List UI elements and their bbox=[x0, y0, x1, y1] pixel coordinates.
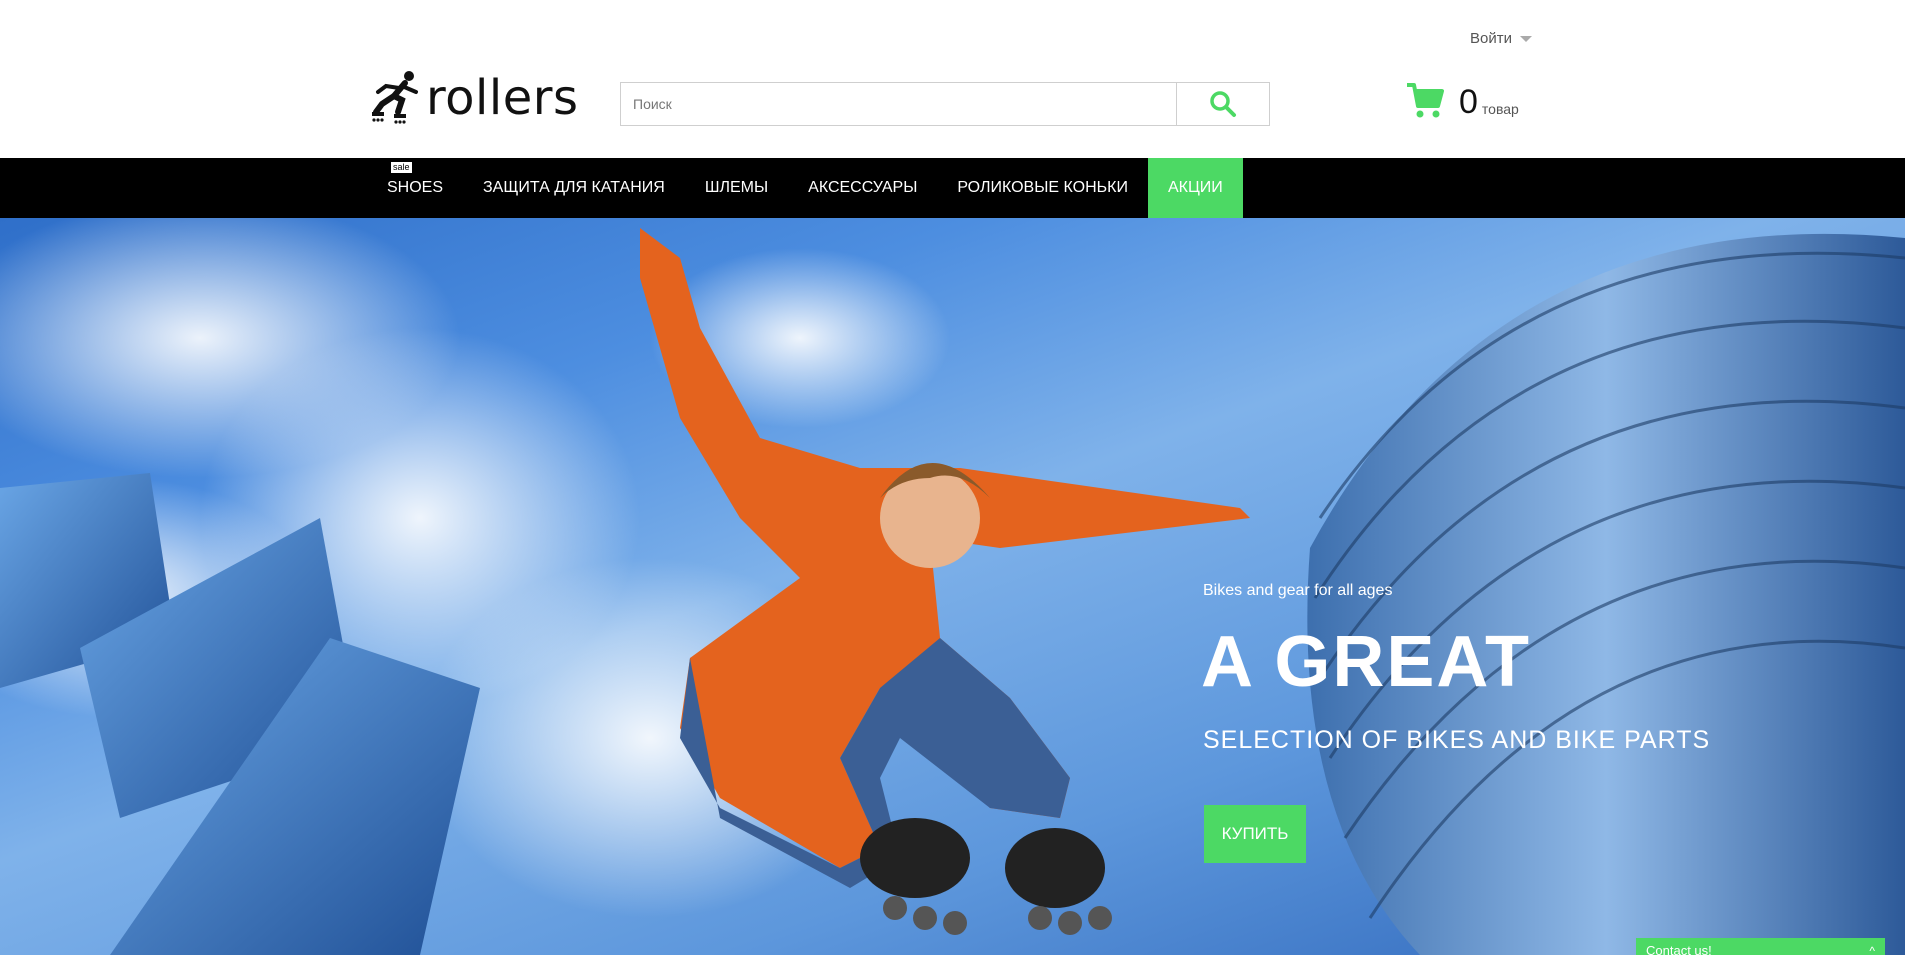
search-input[interactable] bbox=[621, 83, 1176, 125]
nav-item-shoes[interactable]: sale SHOES bbox=[367, 158, 463, 218]
site-header: Войти rollers Поиск 0 товар bbox=[0, 0, 1905, 158]
logo-text: rollers bbox=[426, 70, 579, 126]
sale-badge: sale bbox=[391, 162, 412, 173]
nav-item-protection[interactable]: ЗАЩИТА ДЛЯ КАТАНИЯ bbox=[463, 158, 685, 218]
hero-subtitle: Bikes and gear for all ages bbox=[1203, 582, 1393, 599]
hero-title: A GREAT bbox=[1201, 622, 1531, 702]
chevron-up-icon: ^ bbox=[1869, 944, 1875, 955]
cart-count: 0 bbox=[1459, 83, 1478, 121]
cart[interactable]: 0 товар bbox=[1405, 82, 1519, 120]
hero-background-image bbox=[0, 218, 1905, 955]
nav-item-roller-skates[interactable]: РОЛИКОВЫЕ КОНЬКИ bbox=[937, 158, 1148, 218]
search-icon bbox=[1210, 91, 1236, 117]
nav-item-promotions[interactable]: АКЦИИ bbox=[1147, 158, 1243, 218]
site-logo[interactable]: rollers bbox=[372, 70, 579, 126]
search-button[interactable] bbox=[1176, 83, 1269, 125]
contact-label: Contact us! bbox=[1646, 943, 1712, 955]
nav-item-label: РОЛИКОВЫЕ КОНЬКИ bbox=[957, 179, 1128, 196]
login-link[interactable]: Войти bbox=[1470, 30, 1532, 47]
nav-item-label: ЗАЩИТА ДЛЯ КАТАНИЯ bbox=[483, 179, 665, 196]
nav-item-helmets[interactable]: ШЛЕМЫ bbox=[685, 158, 788, 218]
cart-label: товар bbox=[1481, 101, 1519, 117]
nav-item-label: АКСЕССУАРЫ bbox=[808, 179, 918, 196]
hero-headline: SELECTION OF BIKES AND BIKE PARTS bbox=[1203, 726, 1711, 754]
cart-icon bbox=[1407, 83, 1444, 118]
search-bar bbox=[620, 82, 1270, 126]
skater-logo-icon bbox=[372, 71, 418, 124]
caret-down-icon bbox=[1519, 35, 1532, 42]
login-label[interactable]: Войти bbox=[1470, 30, 1512, 47]
nav-item-label: АКЦИИ bbox=[1167, 179, 1223, 196]
nav-item-label: SHOES bbox=[387, 179, 444, 196]
buy-button[interactable]: КУПИТЬ bbox=[1204, 805, 1306, 863]
nav-item-label: ШЛЕМЫ bbox=[704, 179, 769, 196]
nav-item-accessories[interactable]: АКСЕССУАРЫ bbox=[788, 158, 937, 218]
hero-banner: Bikes and gear for all ages A GREAT SELE… bbox=[0, 218, 1905, 955]
contact-us-widget[interactable]: Contact us! ^ bbox=[1636, 938, 1885, 955]
main-nav: sale SHOES ЗАЩИТА ДЛЯ КАТАНИЯ ШЛЕМЫ АКСЕ… bbox=[0, 158, 1905, 218]
